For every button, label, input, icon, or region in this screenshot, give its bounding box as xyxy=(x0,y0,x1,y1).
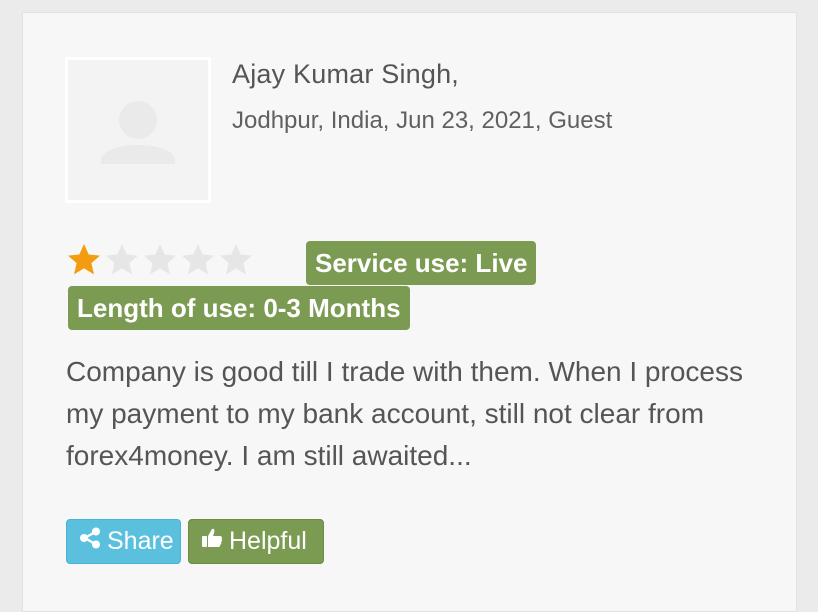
star-empty-icon xyxy=(182,244,214,275)
helpful-label: Helpful xyxy=(229,527,307,555)
review-card: Ajay Kumar Singh, Jodhpur, India, Jun 23… xyxy=(22,12,797,612)
share-label: Share xyxy=(107,527,174,555)
star-empty-icon xyxy=(144,244,176,275)
service-use-tag: Service use: Live xyxy=(306,241,537,285)
share-icon xyxy=(79,519,101,564)
star-empty-icon xyxy=(220,244,252,275)
avatar xyxy=(65,57,211,203)
helpful-button[interactable]: Helpful xyxy=(188,519,324,564)
star-filled-icon xyxy=(68,244,100,275)
thumbs-up-icon xyxy=(201,519,223,564)
user-placeholder-icon xyxy=(101,101,175,164)
reviewer-name: Ajay Kumar Singh, xyxy=(232,59,460,89)
star-empty-icon xyxy=(106,244,138,275)
rating-stars xyxy=(66,242,254,278)
review-meta: Jodhpur, India, Jun 23, 2021, Guest xyxy=(232,107,613,134)
length-of-use-tag: Length of use: 0-3 Months xyxy=(68,286,410,330)
share-button[interactable]: Share xyxy=(66,519,181,564)
review-text: Company is good till I trade with them. … xyxy=(66,356,743,471)
